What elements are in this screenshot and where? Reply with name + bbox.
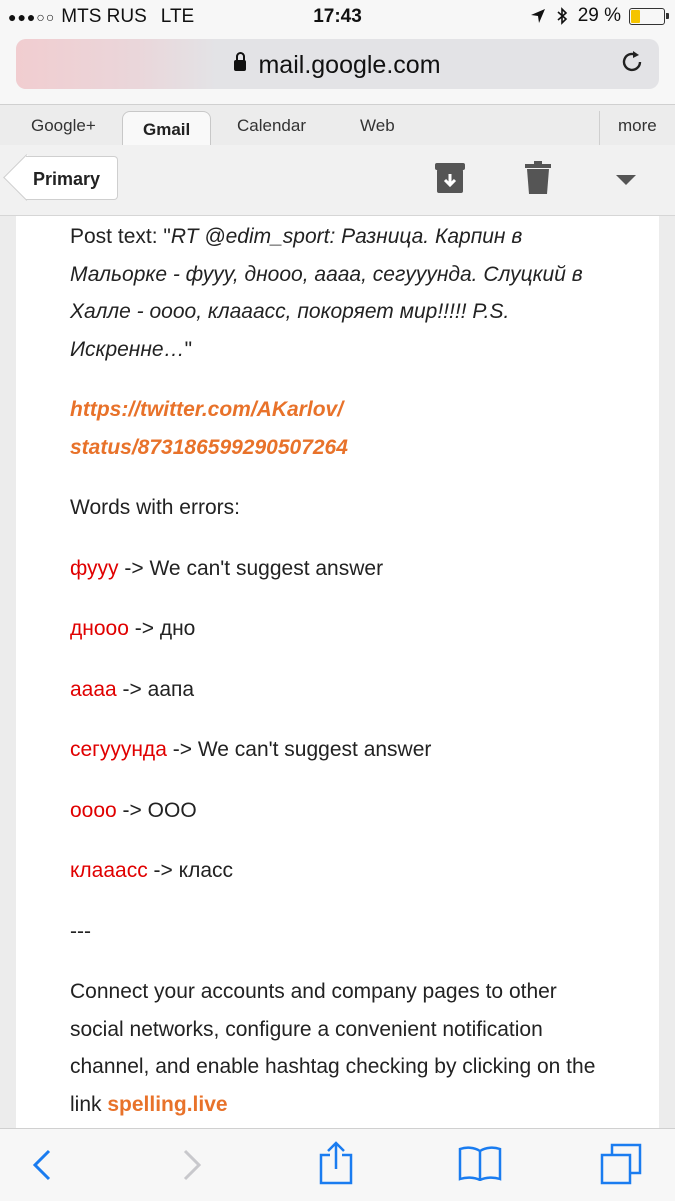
tweet-link-line2[interactable]: status/873186599290507264 xyxy=(70,436,348,459)
error-arrow: -> xyxy=(116,677,148,701)
error-word: дноoo xyxy=(70,617,129,640)
errors-heading: Words with errors: xyxy=(70,496,240,519)
tabs-icon[interactable] xyxy=(600,1143,642,1185)
footer-paragraph: Connect your accounts and company pages … xyxy=(70,973,610,1123)
forward-icon[interactable] xyxy=(182,1149,202,1181)
separator: --- xyxy=(70,919,91,943)
battery-icon xyxy=(629,7,669,25)
errors-list: фууу -> We can't suggest answer дноoo -> … xyxy=(70,550,610,890)
share-icon[interactable] xyxy=(318,1141,354,1185)
email-body: Post text: "RT @edim_sport: Разница. Кар… xyxy=(70,218,610,1146)
error-arrow: -> xyxy=(128,617,160,640)
bookmarks-icon[interactable] xyxy=(458,1145,502,1181)
status-bar: ●●●○○ MTS RUS LTE 17:43 29 % xyxy=(0,0,675,34)
error-arrow: -> xyxy=(166,738,198,761)
primary-back-button[interactable]: Primary xyxy=(26,156,118,200)
error-suggestion: аапа xyxy=(147,677,195,701)
error-suggestion: We can't suggest answer xyxy=(149,556,384,580)
post-text-paragraph: Post text: "RT @edim_sport: Разница. Кар… xyxy=(70,225,583,361)
archive-icon[interactable] xyxy=(434,161,466,195)
error-row: аааа -> аапа xyxy=(70,671,610,709)
error-row: дноoo -> дно xyxy=(70,610,610,648)
error-row: сегууунда -> We can't suggest answer xyxy=(70,731,610,769)
location-arrow-icon xyxy=(530,9,545,23)
error-word: фууу xyxy=(70,556,119,580)
lock-icon xyxy=(234,52,247,71)
error-word: аааа xyxy=(70,677,117,701)
browser-bottom-bar xyxy=(0,1128,675,1201)
error-arrow: -> xyxy=(147,859,179,882)
error-suggestion: ООО xyxy=(147,798,197,822)
back-icon[interactable] xyxy=(32,1149,52,1181)
gmail-tabs: Google+ Gmail Calendar Web more xyxy=(0,104,675,146)
error-word: оооо xyxy=(70,798,117,822)
error-row: оооо -> ООО xyxy=(70,792,610,830)
status-right: 29 % xyxy=(530,5,669,27)
tab-web[interactable]: Web xyxy=(360,116,395,136)
reload-icon[interactable] xyxy=(619,49,645,75)
error-word: сегууунда xyxy=(70,738,167,761)
mail-toolbar: Primary xyxy=(0,145,675,216)
tweet-link[interactable]: https://twitter.com/AKarlov/ status/8731… xyxy=(70,391,610,466)
error-arrow: -> xyxy=(116,798,148,822)
bluetooth-icon xyxy=(557,7,567,25)
tab-more[interactable]: more xyxy=(618,116,657,136)
error-word: клааасс xyxy=(70,859,148,882)
battery-percent: 29 % xyxy=(577,5,621,26)
error-row: фууу -> We can't suggest answer xyxy=(70,550,610,588)
dropdown-arrow-icon[interactable] xyxy=(616,175,636,185)
tab-gmail[interactable]: Gmail xyxy=(122,111,212,145)
error-row: клааасс -> класс xyxy=(70,852,610,890)
spelling-live-link[interactable]: spelling.live xyxy=(107,1093,227,1116)
error-suggestion: класс xyxy=(178,859,234,882)
error-arrow: -> xyxy=(118,556,150,580)
url-text: mail.google.com xyxy=(258,51,441,79)
address-bar-area: mail.google.com xyxy=(0,34,675,104)
address-bar[interactable]: mail.google.com xyxy=(16,39,659,89)
error-suggestion: дно xyxy=(159,617,196,640)
tab-calendar[interactable]: Calendar xyxy=(237,116,306,136)
tweet-link-line1[interactable]: https://twitter.com/AKarlov/ xyxy=(70,398,343,421)
error-suggestion: We can't suggest answer xyxy=(197,738,432,761)
tab-google-plus[interactable]: Google+ xyxy=(31,116,96,136)
trash-icon[interactable] xyxy=(525,161,551,195)
